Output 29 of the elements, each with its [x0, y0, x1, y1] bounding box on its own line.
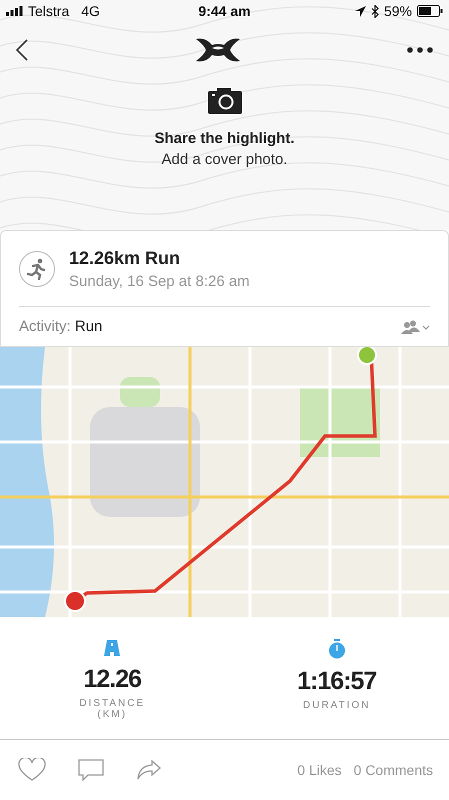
privacy-dropdown[interactable]	[400, 320, 430, 334]
comments-count[interactable]: 0 Comments	[354, 762, 433, 778]
clock-time: 9:44 am	[198, 3, 251, 19]
workout-title: 12.26km Run	[69, 248, 182, 268]
battery-icon	[417, 5, 443, 17]
activity-label: Activity:	[19, 318, 71, 335]
stat-label: DURATION	[303, 700, 370, 711]
location-arrow-icon	[354, 6, 366, 16]
likes-count[interactable]: 0 Likes	[297, 762, 342, 778]
logo-icon	[196, 37, 240, 63]
carrier-name: Telstra	[28, 3, 70, 19]
stat-value: 12.26	[83, 665, 142, 694]
cover-title: Share the highlight.	[154, 130, 294, 147]
more-button[interactable]	[405, 45, 435, 55]
signal-icon	[6, 6, 24, 16]
camera-button[interactable]	[206, 86, 244, 116]
comment-button[interactable]	[76, 757, 106, 783]
runner-icon	[19, 250, 55, 286]
network-type: 4G	[81, 3, 100, 19]
activity-value: Run	[74, 318, 102, 335]
cover-subtitle: Add a cover photo.	[162, 151, 288, 168]
stat-label: DISTANCE (KM)	[79, 698, 146, 720]
road-icon	[103, 639, 122, 657]
bluetooth-icon	[370, 4, 379, 18]
back-button[interactable]	[14, 37, 30, 63]
workout-date: Sunday, 16 Sep at 8:26 am	[69, 272, 250, 290]
stat-value: 1:16:57	[297, 667, 376, 696]
stopwatch-icon	[328, 639, 346, 659]
battery-percentage: 59%	[384, 3, 412, 19]
